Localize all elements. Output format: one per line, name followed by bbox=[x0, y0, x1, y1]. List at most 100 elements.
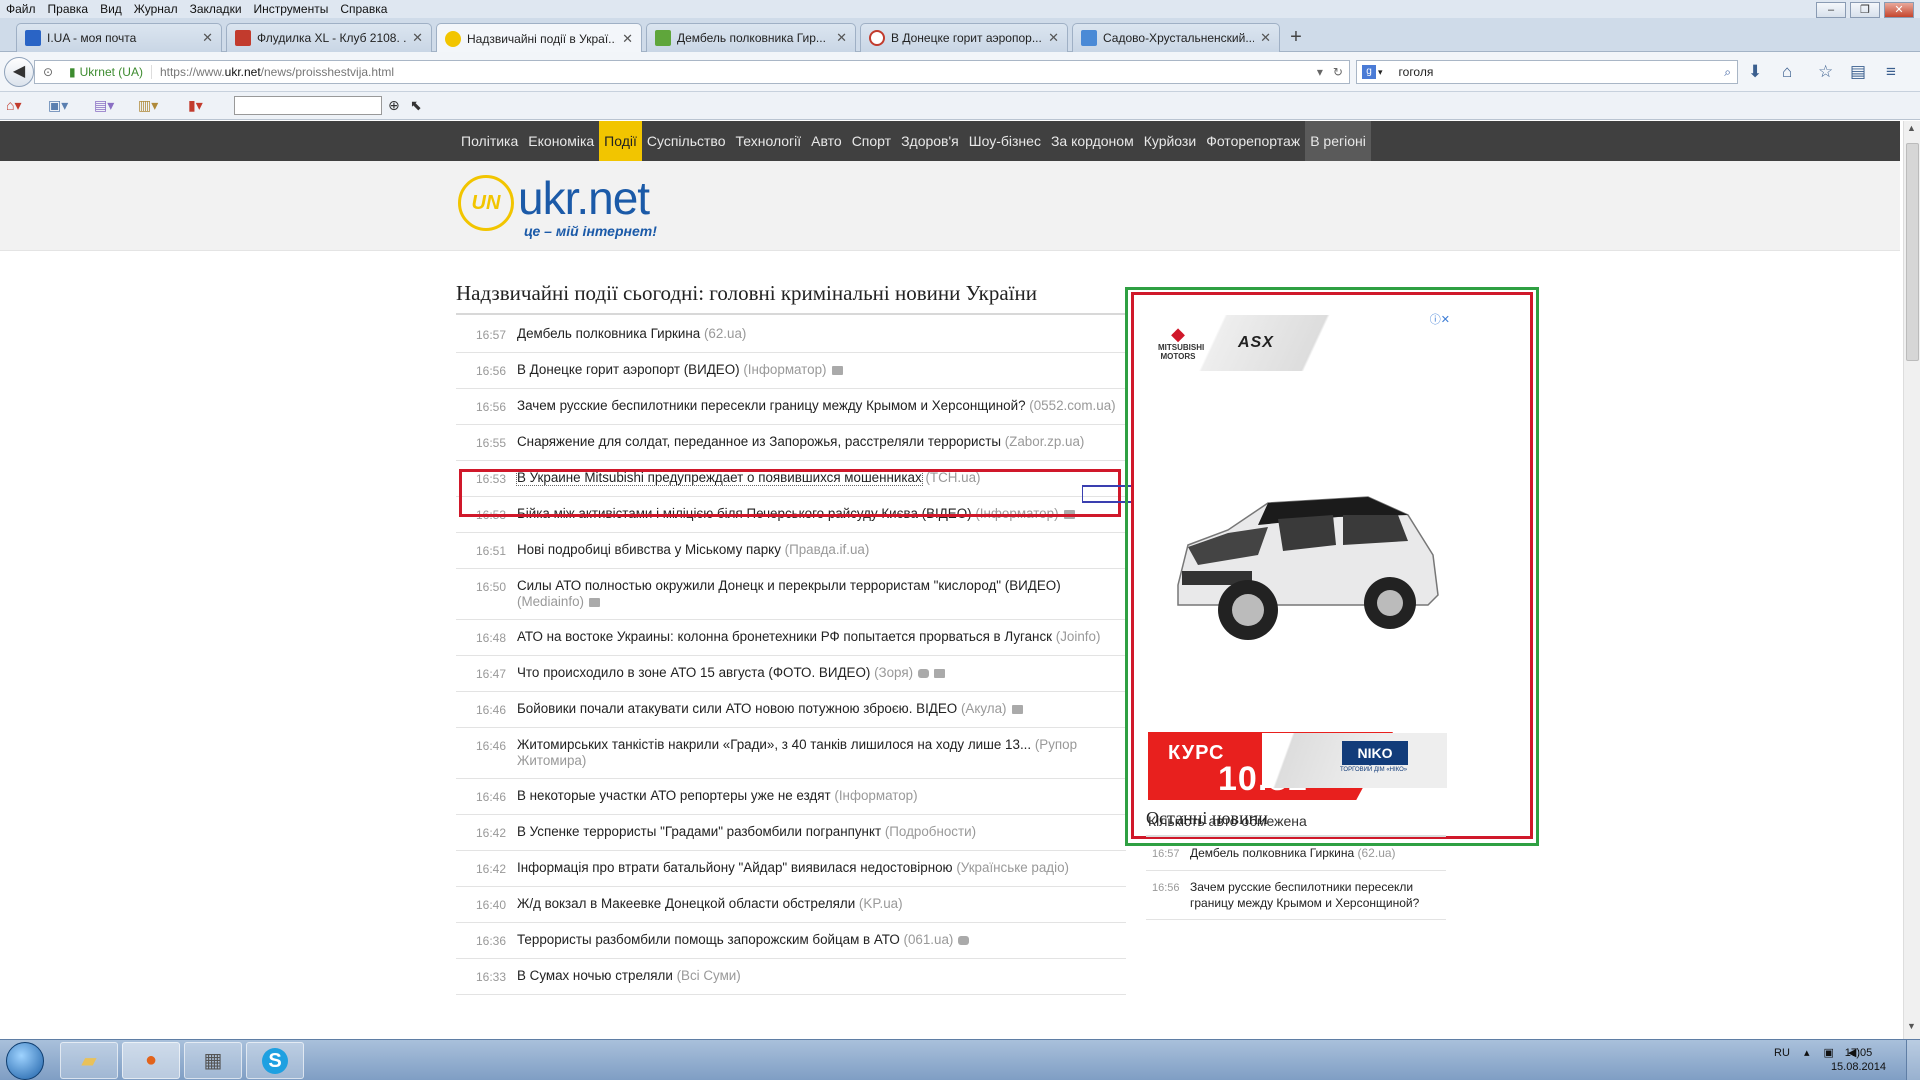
scroll-down-icon[interactable]: ▼ bbox=[1907, 1021, 1916, 1031]
news-link[interactable]: Дембель полковника Гиркина bbox=[517, 326, 700, 341]
news-source[interactable]: (Mediainfo) bbox=[517, 594, 584, 609]
site-nav-item[interactable]: Події bbox=[599, 121, 642, 161]
news-source[interactable]: (Всі Суми) bbox=[677, 968, 741, 983]
news-source[interactable]: (Інформатор) bbox=[743, 362, 826, 377]
news-link[interactable]: В некоторые участки АТО репортеры уже не… bbox=[517, 788, 831, 803]
news-link[interactable]: Ж/д вокзал в Макеевке Донецкой области о… bbox=[517, 896, 855, 911]
explorer-icon[interactable]: ▰ bbox=[60, 1042, 118, 1079]
search-engine-icon[interactable]: g bbox=[1362, 65, 1376, 79]
bookmark-star-icon[interactable]: ☆ bbox=[1818, 62, 1833, 82]
url-text[interactable]: https://www.ukr.net/news/proisshestvija.… bbox=[160, 65, 394, 79]
news-link[interactable]: В Успенке террористы "Градами" разбомбил… bbox=[517, 824, 881, 839]
site-nav-item[interactable]: Авто bbox=[806, 121, 847, 161]
back-button[interactable]: ◀ bbox=[4, 57, 34, 87]
scrollbar-thumb[interactable] bbox=[1906, 143, 1919, 361]
news-source[interactable]: (Українське радіо) bbox=[956, 860, 1069, 875]
tab-close-icon[interactable]: ✕ bbox=[836, 30, 847, 46]
app-window-icon[interactable]: ▦ bbox=[184, 1042, 242, 1079]
news-source[interactable]: (Акула) bbox=[961, 701, 1007, 716]
new-tab-button[interactable]: + bbox=[1284, 26, 1308, 49]
hamburger-menu-icon[interactable]: ≡ bbox=[1886, 62, 1896, 82]
skype-icon[interactable]: S bbox=[246, 1042, 304, 1079]
toolbar-search-input[interactable] bbox=[234, 96, 382, 115]
cursor-icon[interactable]: ⬉ bbox=[410, 97, 422, 114]
search-icon[interactable]: ⌕ bbox=[1724, 65, 1731, 80]
firefox-icon[interactable]: ● bbox=[122, 1042, 180, 1079]
news-link[interactable]: Зачем русские беспилотники пересекли гра… bbox=[517, 398, 1026, 413]
site-logo[interactable]: UN ukr.net це – мій інтернет! bbox=[458, 175, 657, 239]
find-icon[interactable]: ⊕ bbox=[388, 97, 400, 114]
news-link[interactable]: Силы АТО полностью окружили Донецк и пер… bbox=[517, 578, 1061, 593]
news-link[interactable]: В Донецке горит аэропорт (ВИДЕО) bbox=[517, 362, 740, 377]
page-icon[interactable]: ▣▾ bbox=[48, 97, 68, 114]
news-source[interactable]: (Інформатор) bbox=[834, 788, 917, 803]
site-nav-item[interactable]: В регіоні bbox=[1305, 121, 1371, 161]
search-bar[interactable]: g ▾ гоголя ⌕ bbox=[1356, 60, 1738, 84]
tab-ukrnet-active[interactable]: Надзвичайні події в Украї... ✕ bbox=[436, 23, 642, 53]
clipboard-icon[interactable]: ▥▾ bbox=[138, 97, 158, 114]
show-desktop-button[interactable] bbox=[1906, 1040, 1920, 1080]
menu-help[interactable]: Справка bbox=[334, 2, 393, 16]
language-indicator[interactable]: RU bbox=[1774, 1047, 1790, 1059]
home-toolbar-icon[interactable]: ⌂▾ bbox=[6, 97, 21, 114]
news-link[interactable]: Дембель полковника Гиркина bbox=[1190, 846, 1354, 860]
site-identity[interactable]: Ukrnet (UA) bbox=[80, 65, 152, 79]
identity-icon[interactable]: ⊙ bbox=[43, 65, 61, 79]
news-source[interactable]: (Зоря) bbox=[874, 665, 913, 680]
news-source[interactable]: (061.ua) bbox=[903, 932, 953, 947]
download-icon[interactable]: ⬇ bbox=[1748, 62, 1762, 82]
start-button[interactable] bbox=[6, 1042, 44, 1080]
url-bar[interactable]: ⊙ ▮ Ukrnet (UA) https://www.ukr.net/news… bbox=[34, 60, 1350, 84]
search-input[interactable]: гоголя bbox=[1399, 65, 1434, 79]
site-nav-item[interactable]: Політика bbox=[456, 121, 523, 161]
news-source[interactable]: (KP.ua) bbox=[859, 896, 903, 911]
search-engine-dropdown-icon[interactable]: ▾ bbox=[1378, 67, 1383, 78]
tab-close-icon[interactable]: ✕ bbox=[1260, 30, 1271, 46]
news-link[interactable]: АТО на востоке Украины: колонна бронетех… bbox=[517, 629, 1052, 644]
news-source[interactable]: (Правда.if.ua) bbox=[785, 542, 870, 557]
menu-edit[interactable]: Правка bbox=[42, 2, 95, 16]
site-nav-item[interactable]: Курйози bbox=[1139, 121, 1201, 161]
news-source[interactable]: (0552.com.ua) bbox=[1029, 398, 1115, 413]
news-link[interactable]: В Сумах ночью стреляли bbox=[517, 968, 673, 983]
news-link[interactable]: Зачем русские беспилотники пересекли гра… bbox=[1190, 880, 1419, 910]
menu-file[interactable]: Файл bbox=[0, 2, 42, 16]
menu-history[interactable]: Журнал bbox=[128, 2, 184, 16]
tab-close-icon[interactable]: ✕ bbox=[412, 30, 423, 46]
document-icon[interactable]: ▤▾ bbox=[94, 97, 114, 114]
news-link[interactable]: Бойовики почали атакувати сили АТО новою… bbox=[517, 701, 957, 716]
site-nav-item[interactable]: Економіка bbox=[523, 121, 599, 161]
ad-info-close-icon[interactable]: ⓘ✕ bbox=[1430, 311, 1450, 327]
news-link[interactable]: Інформація про втрати батальйону "Айдар"… bbox=[517, 860, 953, 875]
news-source[interactable]: (Joinfo) bbox=[1056, 629, 1101, 644]
tab-close-icon[interactable]: ✕ bbox=[202, 30, 213, 46]
bookmarks-menu-icon[interactable]: ▤ bbox=[1850, 62, 1866, 82]
tray-expand-icon[interactable]: ▴ bbox=[1804, 1046, 1810, 1059]
scroll-up-icon[interactable]: ▲ bbox=[1907, 123, 1916, 133]
home-icon[interactable]: ⌂ bbox=[1782, 62, 1792, 82]
tab-dembel[interactable]: Дембель полковника Гир... ✕ bbox=[646, 23, 856, 52]
book-icon[interactable]: ▮▾ bbox=[188, 97, 203, 114]
tab-fludilka[interactable]: Флудилка XL - Клуб 2108. ... ✕ bbox=[226, 23, 432, 52]
site-nav-item[interactable]: Спорт bbox=[847, 121, 896, 161]
tab-close-icon[interactable]: ✕ bbox=[622, 31, 633, 47]
site-nav-item[interactable]: За кордоном bbox=[1046, 121, 1139, 161]
clock[interactable]: 17:05 15.08.2014 bbox=[1831, 1046, 1886, 1074]
news-link[interactable]: Житомирських танкістів накрили «Гради», … bbox=[517, 737, 1031, 752]
menu-tools[interactable]: Инструменты bbox=[248, 2, 335, 16]
news-source[interactable]: (62.ua) bbox=[704, 326, 746, 341]
menu-view[interactable]: Вид bbox=[94, 2, 128, 16]
site-nav-item[interactable]: Шоу-бізнес bbox=[964, 121, 1046, 161]
close-window-button[interactable]: ✕ bbox=[1884, 2, 1914, 18]
news-link[interactable]: Нові подробиці вбивства у Міському парку bbox=[517, 542, 781, 557]
menu-bookmarks[interactable]: Закладки bbox=[184, 2, 248, 16]
site-nav-item[interactable]: Фоторепортаж bbox=[1201, 121, 1305, 161]
tab-close-icon[interactable]: ✕ bbox=[1048, 30, 1059, 46]
reload-icon[interactable]: ▾ ↻ bbox=[1317, 65, 1343, 79]
news-link[interactable]: Снаряжение для солдат, переданное из Зап… bbox=[517, 434, 1001, 449]
tab-sadovo[interactable]: Садово-Хрустальненский... ✕ bbox=[1072, 23, 1280, 52]
tab-donetsk[interactable]: В Донецке горит аэропор... ✕ bbox=[860, 23, 1068, 52]
site-nav-item[interactable]: Технології bbox=[730, 121, 806, 161]
site-nav-item[interactable]: Здоров'я bbox=[896, 121, 964, 161]
tab-iua[interactable]: I.UA - моя почта ✕ bbox=[16, 23, 222, 52]
